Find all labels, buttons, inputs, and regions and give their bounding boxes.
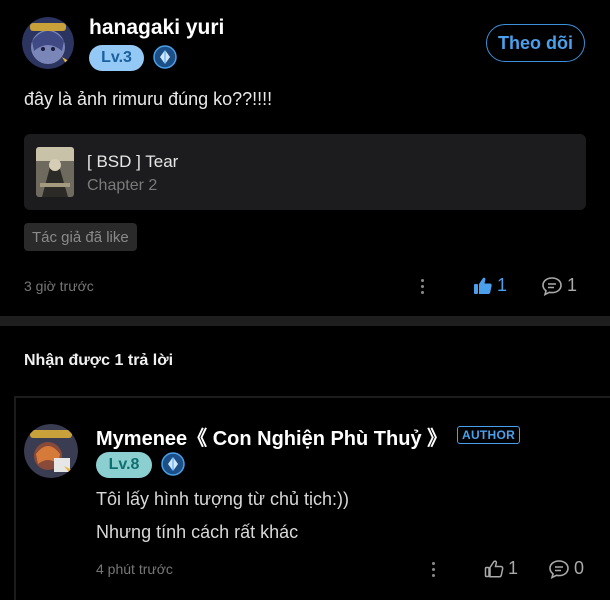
reply-username[interactable]: Mymenee《 Con Nghiện Phù Thuỷ 》 bbox=[96, 422, 447, 451]
thumb-up-icon bbox=[484, 559, 504, 578]
reply-button[interactable]: 0 bbox=[548, 558, 584, 579]
story-cover-thumbnail bbox=[36, 147, 74, 197]
avatar[interactable] bbox=[22, 17, 74, 69]
reply-text-line: Tôi lấy hình tượng từ chủ tịch:)) bbox=[96, 489, 350, 509]
like-button[interactable]: 1 bbox=[473, 275, 507, 296]
reply-divider bbox=[14, 396, 610, 398]
timestamp: 4 phút trước bbox=[96, 561, 173, 577]
section-divider bbox=[0, 316, 610, 326]
comment-text: đây là ảnh rimuru đúng ko??!!!! bbox=[24, 89, 273, 109]
like-count: 1 bbox=[508, 558, 519, 578]
chapter-label: Chapter 2 bbox=[87, 177, 158, 194]
timestamp: 3 giờ trước bbox=[24, 278, 94, 294]
like-count: 1 bbox=[497, 275, 508, 295]
like-button[interactable]: 1 bbox=[484, 558, 518, 579]
username[interactable]: hanagaki yuri bbox=[89, 16, 224, 40]
level-badge: Lv.3 bbox=[89, 45, 144, 71]
more-dots-icon[interactable] bbox=[420, 277, 426, 295]
thumb-up-icon bbox=[474, 277, 492, 294]
comment-count: 0 bbox=[574, 558, 585, 578]
more-dots-icon[interactable] bbox=[431, 560, 437, 578]
comment-bubble-icon bbox=[549, 559, 569, 579]
avatar[interactable] bbox=[24, 424, 78, 478]
comment-bubble-icon bbox=[542, 276, 562, 296]
story-reference-card[interactable]: [ BSD ] Tear Chapter 2 bbox=[24, 134, 586, 210]
reply-thread-line bbox=[14, 396, 16, 600]
rank-diamond-icon bbox=[153, 45, 177, 69]
level-badge: Lv.8 bbox=[96, 452, 152, 478]
comment-post: hanagaki yuri Lv.3 Theo dõi đây là ảnh r… bbox=[0, 0, 610, 316]
reply-button[interactable]: 1 bbox=[541, 275, 577, 296]
reply-text-line: Nhưng tính cách rất khác bbox=[96, 522, 299, 542]
replies-header: Nhận được 1 trả lời bbox=[24, 352, 174, 369]
story-title: [ BSD ] Tear bbox=[87, 152, 179, 171]
author-badge: AUTHOR bbox=[457, 426, 521, 444]
rank-diamond-icon bbox=[161, 452, 185, 476]
follow-button[interactable]: Theo dõi bbox=[486, 24, 585, 62]
author-liked-tag: Tác giả đã like bbox=[24, 223, 137, 251]
comment-count: 1 bbox=[567, 275, 578, 295]
